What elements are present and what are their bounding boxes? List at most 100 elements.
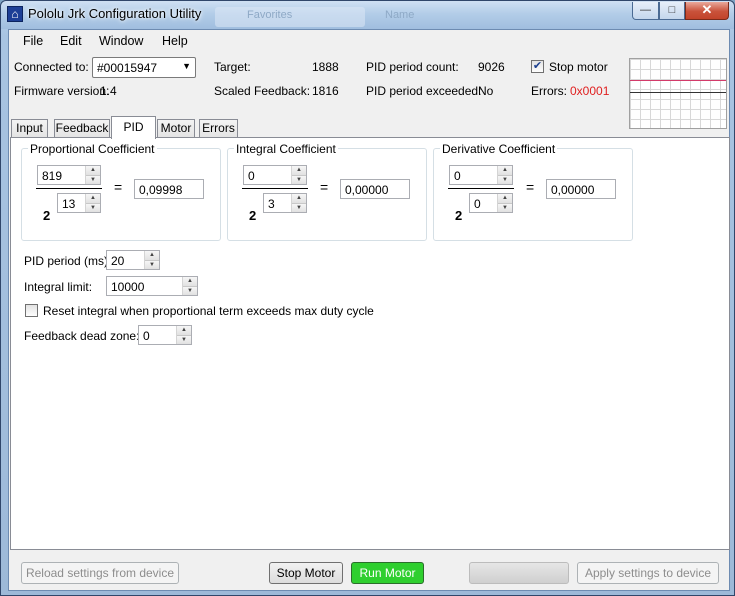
dead-zone-label: Feedback dead zone:	[24, 329, 140, 343]
integral-title: Integral Coefficient	[234, 142, 338, 156]
pid-exceeded-label: PID period exceeded:	[366, 84, 482, 98]
background-text-name: Name	[385, 9, 415, 21]
up-down-arrows-icon[interactable]: ▲ ▼	[497, 166, 512, 184]
stop-motor-label: Stop motor	[549, 60, 608, 74]
errors-value: 0x0001	[570, 84, 610, 98]
connected-label: Connected to:	[14, 60, 89, 74]
pid-tab-panel: Proportional Coefficient 819 ▲ ▼ 2 13 ▲ ▼ …	[10, 137, 730, 550]
menu-help[interactable]: Help	[162, 34, 188, 48]
derivative-result-value: 0,00000	[551, 183, 595, 197]
title-bar[interactable]: ⌂ Pololu Jrk Configuration Utility Favor…	[1, 1, 734, 29]
run-motor-button[interactable]: Run Motor	[351, 562, 424, 584]
derivative-numerator-value: 0	[454, 169, 461, 183]
proportional-coefficient-group: Proportional Coefficient 819 ▲ ▼ 2 13 ▲ ▼ …	[21, 142, 221, 241]
dead-zone-input[interactable]: 0 ▲ ▼	[138, 325, 192, 345]
background-text-favorites: Favorites	[247, 9, 293, 21]
derivative-exponent-input[interactable]: 0 ▲ ▼	[469, 193, 513, 213]
proportional-exponent-input[interactable]: 13 ▲ ▼	[57, 193, 101, 213]
derivative-result-field[interactable]: 0,00000	[546, 179, 616, 199]
pololu-logo-icon: ⌂	[7, 6, 23, 22]
device-select[interactable]: #00015947 ▼	[92, 57, 196, 78]
window-title: Pololu Jrk Configuration Utility	[28, 6, 202, 21]
integral-exponent-input[interactable]: 3 ▲ ▼	[263, 193, 307, 213]
integral-limit-label: Integral limit:	[24, 280, 93, 294]
reset-integral-label[interactable]: Reset integral when proportional term ex…	[43, 304, 374, 318]
proportional-result-value: 0,09998	[139, 183, 183, 197]
proportional-base: 2	[43, 208, 51, 223]
up-down-arrows-icon[interactable]: ▲ ▼	[291, 194, 306, 212]
minimize-button[interactable]: —	[632, 2, 659, 20]
derivative-title: Derivative Coefficient	[440, 142, 558, 156]
apply-settings-button[interactable]: Apply settings to device	[577, 562, 719, 584]
integral-result-field[interactable]: 0,00000	[340, 179, 410, 199]
equals-sign: =	[526, 179, 535, 195]
integral-limit-value: 10000	[111, 280, 145, 294]
graph-target-line	[630, 80, 726, 81]
scaled-feedback-value: 1816	[312, 84, 339, 98]
stop-motor-button[interactable]: Stop Motor	[269, 562, 343, 584]
reset-integral-checkbox[interactable]	[25, 304, 38, 317]
feedback-graph[interactable]	[629, 58, 727, 129]
integral-numerator-value: 0	[248, 169, 255, 183]
proportional-numerator-value: 819	[42, 169, 63, 183]
up-down-arrows-icon[interactable]: ▲ ▼	[497, 194, 512, 212]
device-value: #00015947	[97, 61, 158, 75]
up-down-arrows-icon[interactable]: ▲ ▼	[85, 166, 100, 184]
derivative-base: 2	[455, 208, 463, 223]
stop-motor-checkbox[interactable]: ✔	[531, 60, 544, 73]
firmware-label: Firmware version:	[14, 84, 110, 98]
up-down-arrows-icon[interactable]: ▲ ▼	[182, 277, 197, 295]
progress-bar	[469, 562, 569, 584]
menu-file[interactable]: File	[23, 34, 43, 48]
integral-limit-input[interactable]: 10000 ▲ ▼	[106, 276, 198, 296]
tab-feedback[interactable]: Feedback	[54, 119, 110, 138]
equals-sign: =	[320, 179, 329, 195]
proportional-numerator-input[interactable]: 819 ▲ ▼	[37, 165, 101, 185]
pid-period-input[interactable]: 20 ▲ ▼	[106, 250, 160, 270]
derivative-numerator-input[interactable]: 0 ▲ ▼	[449, 165, 513, 185]
fraction-line	[36, 188, 102, 189]
tab-input[interactable]: Input	[11, 119, 48, 138]
graph-feedback-line	[630, 92, 726, 93]
pid-count-label: PID period count:	[366, 60, 459, 74]
integral-exponent-value: 3	[268, 197, 275, 211]
target-label: Target:	[214, 60, 251, 74]
checkmark-icon: ✔	[532, 60, 543, 72]
up-down-arrows-icon[interactable]: ▲ ▼	[85, 194, 100, 212]
fraction-line	[242, 188, 308, 189]
pid-period-value: 20	[111, 254, 125, 268]
derivative-exponent-value: 0	[474, 197, 481, 211]
up-down-arrows-icon[interactable]: ▲ ▼	[144, 251, 159, 269]
tab-motor[interactable]: Motor	[157, 119, 195, 138]
maximize-button[interactable]: □	[659, 2, 685, 20]
menu-edit[interactable]: Edit	[60, 34, 82, 48]
close-button[interactable]: ✕	[685, 2, 729, 20]
pid-exceeded-value: No	[478, 84, 494, 98]
derivative-coefficient-group: Derivative Coefficient 0 ▲ ▼ 2 0 ▲ ▼ = 0,0…	[433, 142, 633, 241]
tab-errors[interactable]: Errors	[199, 119, 238, 138]
menu-window[interactable]: Window	[99, 34, 143, 48]
up-down-arrows-icon[interactable]: ▲ ▼	[176, 326, 191, 344]
proportional-exponent-value: 13	[62, 197, 76, 211]
pid-period-label: PID period (ms):	[24, 254, 112, 268]
errors-label: Errors:	[531, 84, 567, 98]
tab-pid[interactable]: PID	[111, 116, 156, 139]
fraction-line	[448, 188, 514, 189]
reload-settings-button[interactable]: Reload settings from device	[21, 562, 179, 584]
proportional-title: Proportional Coefficient	[28, 142, 157, 156]
menu-bar: File Edit Window Help	[9, 30, 729, 52]
integral-coefficient-group: Integral Coefficient 0 ▲ ▼ 2 3 ▲ ▼ = 0,000…	[227, 142, 427, 241]
app-window: ⌂ Pololu Jrk Configuration Utility Favor…	[0, 0, 735, 596]
scaled-feedback-label: Scaled Feedback:	[214, 84, 311, 98]
proportional-result-field[interactable]: 0,09998	[134, 179, 204, 199]
dead-zone-value: 0	[143, 329, 150, 343]
integral-numerator-input[interactable]: 0 ▲ ▼	[243, 165, 307, 185]
integral-base: 2	[249, 208, 257, 223]
integral-result-value: 0,00000	[345, 183, 389, 197]
client-area: File Edit Window Help Connected to: #000…	[8, 29, 730, 591]
up-down-arrows-icon[interactable]: ▲ ▼	[291, 166, 306, 184]
pid-count-value: 9026	[478, 60, 505, 74]
chevron-down-icon: ▼	[182, 61, 191, 71]
target-value: 1888	[312, 60, 339, 74]
equals-sign: =	[114, 179, 123, 195]
